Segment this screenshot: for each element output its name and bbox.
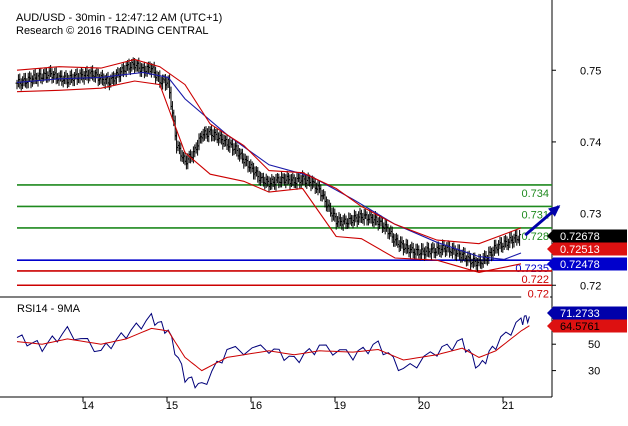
- price-overlay-line-0: [16, 71, 522, 260]
- price-y-tick-label: 0.75: [580, 65, 601, 77]
- level-label: 0.722: [521, 274, 549, 286]
- level-label: 0.72: [528, 288, 549, 300]
- price-value-label-pointer: [547, 243, 553, 255]
- price-y-tick-label: 0.74: [580, 137, 601, 149]
- x-tick-label: 20: [418, 400, 430, 412]
- price-y-tick-label: 0.72: [580, 280, 601, 292]
- x-tick-label: 14: [82, 400, 94, 412]
- level-label: 0.728: [521, 231, 549, 243]
- price-value-label: 0.72678: [560, 231, 600, 243]
- x-tick-label: 16: [250, 400, 262, 412]
- price-value-label: 0.72478: [560, 259, 600, 271]
- chart-root: AUD/USD - 30min - 12:47:12 AM (UTC+1) Re…: [0, 0, 628, 426]
- rsi-value-label-pointer: [547, 320, 553, 332]
- x-tick-label: 15: [166, 400, 178, 412]
- rsi-value-label: 64.5761: [560, 321, 600, 333]
- rsi-title: RSI14 - 9MA: [17, 303, 81, 315]
- rsi-y-tick-label: 50: [588, 339, 600, 351]
- price-y-tick-label: 0.73: [580, 209, 601, 221]
- rsi-value-label-pointer: [547, 307, 553, 319]
- rsi-line-1: [16, 325, 530, 372]
- rsi-y-tick-label: 30: [588, 366, 600, 378]
- x-tick-label: 21: [502, 400, 514, 412]
- price-value-label: 0.72513: [560, 244, 600, 256]
- x-tick-label: 19: [334, 400, 346, 412]
- level-label: 0.734: [521, 188, 549, 200]
- rsi-value-label: 71.2733: [560, 308, 600, 320]
- price-overlay-line-1: [16, 58, 522, 245]
- chart-svg: 0.720.730.740.750.7340.7310.7280.72350.7…: [0, 0, 627, 412]
